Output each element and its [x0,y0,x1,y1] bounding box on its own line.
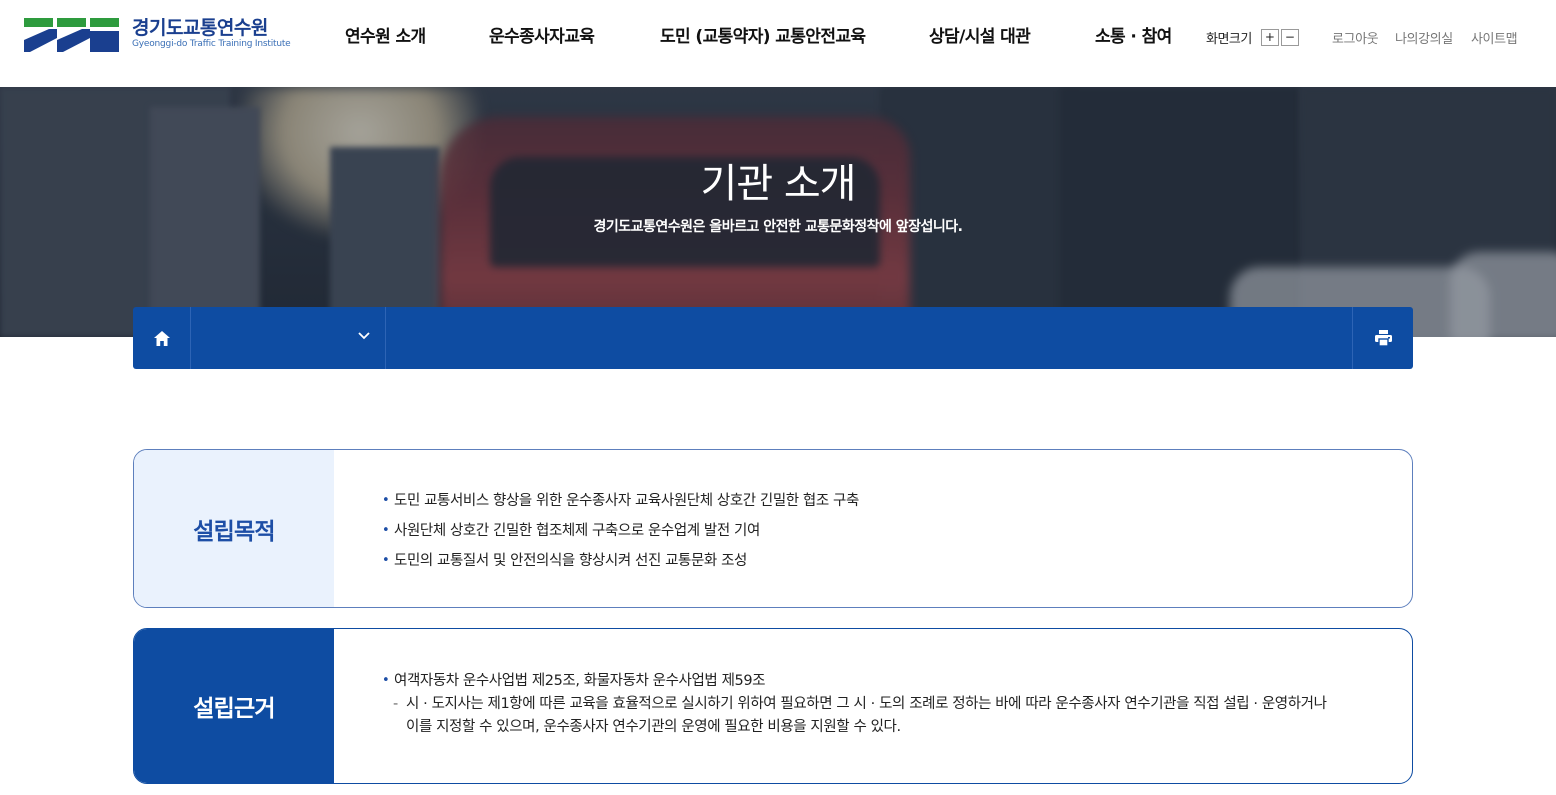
print-icon [1374,330,1392,346]
breadcrumb [133,307,1413,369]
page-banner [0,87,1556,337]
page-title: 기관 소개 [700,161,857,207]
font-size-increase-button[interactable]: + [1260,29,1279,46]
font-size-decrease-button[interactable]: − [1280,29,1299,46]
home-button[interactable] [133,307,191,369]
logo-mark-icon [24,18,119,52]
list-item: 여객자동차 운수사업법 제25조, 화물자동차 운수사업법 제59조 [382,666,1392,696]
nav-item-community[interactable]: 소통 · 참여 [1095,25,1172,49]
site-header: 경기도교통연수원 Gyeonggi-do Traffic Training In… [0,0,1556,87]
list-item: 사원단체 상호간 긴밀한 협조체제 구축으로 운수업계 발전 기여 [382,516,1392,546]
home-icon [153,330,170,346]
purpose-list: 도민 교통서비스 향상을 위한 운수종사자 교육사원단체 상호간 긴밀한 협조 … [382,486,1392,576]
nav-item-citizen-safety-education[interactable]: 도민 (교통약자) 교통안전교육 [660,25,866,49]
list-item: 도민의 교통질서 및 안전의식을 향상시켜 선진 교통문화 조성 [382,546,1392,576]
font-size-label: 화면크기 [1206,32,1252,47]
purpose-section: 설립목적 도민 교통서비스 향상을 위한 운수종사자 교육사원단체 상호간 긴밀… [133,449,1413,608]
my-classroom-link[interactable]: 나의강의실 [1395,28,1453,47]
logout-link[interactable]: 로그아웃 [1332,28,1379,47]
sitemap-link[interactable]: 사이트맵 [1471,28,1518,47]
page-subtitle: 경기도교통연수원은 올바르고 안전한 교통문화정착에 앞장섭니다. [593,219,963,235]
nav-item-driver-education[interactable]: 운수종사자교육 [489,25,595,49]
legal-detail-line-1: 시 · 도지사는 제1항에 따른 교육을 효율적으로 실시하기 위하여 필요하면… [406,696,1327,712]
legal-basis-section: 설립근거 여객자동차 운수사업법 제25조, 화물자동차 운수사업법 제59조 … [133,628,1413,784]
print-button[interactable] [1352,307,1413,369]
purpose-heading: 설립목적 [134,450,334,607]
nav-label: 소통 · 참여 [1095,27,1172,47]
nav-label: 운수종사자교육 [489,27,595,47]
nav-label: 도민 (교통약자) 교통안전교육 [660,27,866,47]
legal-basis-heading: 설립근거 [134,629,334,783]
font-size-control: 화면크기 + − [1206,28,1301,47]
nav-item-about[interactable]: 연수원 소개 [345,25,426,49]
legal-detail-text: 시 · 도지사는 제1항에 따른 교육을 효율적으로 실시하기 위하여 필요하면… [382,693,1392,739]
list-item: 도민 교통서비스 향상을 위한 운수종사자 교육사원단체 상호간 긴밀한 협조 … [382,486,1392,516]
legal-basis-list: 여객자동차 운수사업법 제25조, 화물자동차 운수사업법 제59조 시 · 도… [382,666,1392,739]
logo-name: 경기도교통연수원 [132,17,268,39]
menu-dropdown[interactable] [191,307,386,369]
logo-text: 경기도교통연수원 Gyeonggi-do Traffic Training In… [132,17,291,50]
nav-label: 상담/시설 대관 [929,27,1031,47]
logo-subtitle: Gyeonggi-do Traffic Training Institute [132,39,291,49]
nav-label: 연수원 소개 [345,27,426,47]
chevron-down-icon [358,332,370,340]
site-logo[interactable]: 경기도교통연수원 Gyeonggi-do Traffic Training In… [24,16,291,54]
nav-item-consult-facility[interactable]: 상담/시설 대관 [929,25,1031,49]
legal-detail-line-2: 이를 지정할 수 있으며, 운수종사자 연수기관의 운영에 필요한 비용을 지원… [406,719,901,735]
